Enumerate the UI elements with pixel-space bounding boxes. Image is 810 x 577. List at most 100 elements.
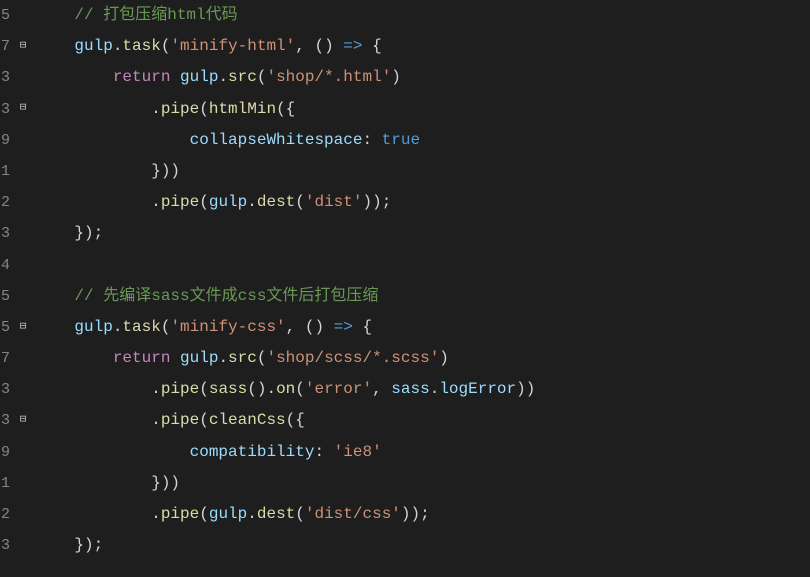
- code-line: gulp.task('minify-css', () => {: [36, 312, 810, 343]
- punctuation: })): [151, 474, 180, 492]
- line-number: 9: [0, 437, 10, 468]
- comment-text: // 打包压缩html代码: [74, 6, 237, 24]
- function-call: sass: [209, 380, 247, 398]
- keyword: return: [113, 68, 171, 86]
- keyword: return: [113, 349, 171, 367]
- identifier: gulp: [209, 505, 247, 523]
- string-literal: 'ie8': [334, 443, 382, 461]
- function-call: dest: [257, 193, 295, 211]
- fold-toggle[interactable]: [14, 343, 32, 374]
- line-number: 1: [0, 156, 10, 187]
- line-number: 9: [0, 125, 10, 156]
- function-call: pipe: [161, 505, 199, 523]
- identifier: sass: [391, 380, 429, 398]
- fold-toggle[interactable]: [14, 218, 32, 249]
- code-line: // 先编译sass文件成css文件后打包压缩: [36, 281, 810, 312]
- line-number: 4: [0, 250, 10, 281]
- punctuation: });: [74, 536, 103, 554]
- string-literal: 'shop/*.html': [266, 68, 391, 86]
- identifier: gulp: [180, 68, 218, 86]
- fold-toggle[interactable]: [14, 530, 32, 561]
- punctuation: })): [151, 162, 180, 180]
- code-line: compatibility: 'ie8': [36, 437, 810, 468]
- fold-gutter: ⊟ ⊟ ⊟ ⊟: [14, 0, 32, 577]
- property: collapseWhitespace: [190, 131, 363, 149]
- identifier: gulp: [209, 193, 247, 211]
- function-call: on: [276, 380, 295, 398]
- line-number: 5: [0, 312, 10, 343]
- code-content[interactable]: // 打包压缩html代码 gulp.task('minify-html', (…: [32, 0, 810, 577]
- code-line: .pipe(cleanCss({: [36, 405, 810, 436]
- function-call: pipe: [161, 380, 199, 398]
- property: logError: [439, 380, 516, 398]
- fold-toggle[interactable]: [14, 374, 32, 405]
- code-line: .pipe(gulp.dest('dist'));: [36, 187, 810, 218]
- fold-toggle[interactable]: [14, 468, 32, 499]
- fold-toggle[interactable]: [14, 187, 32, 218]
- fold-toggle[interactable]: [14, 62, 32, 93]
- function-call: pipe: [161, 100, 199, 118]
- line-number: 3: [0, 374, 10, 405]
- code-line: })): [36, 468, 810, 499]
- fold-toggle[interactable]: [14, 437, 32, 468]
- line-number: 3: [0, 530, 10, 561]
- code-line: });: [36, 530, 810, 561]
- fold-toggle[interactable]: [14, 0, 32, 31]
- fold-toggle[interactable]: ⊟: [14, 94, 32, 125]
- identifier: gulp: [74, 318, 112, 336]
- fold-toggle[interactable]: [14, 125, 32, 156]
- function-call: task: [122, 37, 160, 55]
- string-literal: 'minify-html': [170, 37, 295, 55]
- punctuation: });: [74, 224, 103, 242]
- identifier: gulp: [74, 37, 112, 55]
- line-number: 3: [0, 405, 10, 436]
- code-editor: 5 7 3 3 9 1 2 3 4 5 5 7 3 3 9 1 2 3 ⊟ ⊟ …: [0, 0, 810, 577]
- string-literal: 'shop/scss/*.scss': [266, 349, 439, 367]
- code-line: collapseWhitespace: true: [36, 125, 810, 156]
- line-number: 2: [0, 499, 10, 530]
- line-number: 7: [0, 31, 10, 62]
- fold-toggle[interactable]: [14, 499, 32, 530]
- line-number: 1: [0, 468, 10, 499]
- string-literal: 'dist': [305, 193, 363, 211]
- function-call: dest: [257, 505, 295, 523]
- line-number: 3: [0, 62, 10, 93]
- property: compatibility: [190, 443, 315, 461]
- fold-toggle[interactable]: [14, 281, 32, 312]
- string-literal: 'minify-css': [170, 318, 285, 336]
- function-call: htmlMin: [209, 100, 276, 118]
- fold-toggle[interactable]: [14, 250, 32, 281]
- code-line: });: [36, 218, 810, 249]
- function-call: cleanCss: [209, 411, 286, 429]
- code-line: [36, 250, 810, 281]
- string-literal: 'error': [305, 380, 372, 398]
- code-line: .pipe(htmlMin({: [36, 94, 810, 125]
- code-line: })): [36, 156, 810, 187]
- code-line: .pipe(gulp.dest('dist/css'));: [36, 499, 810, 530]
- boolean-literal: true: [382, 131, 420, 149]
- code-line: return gulp.src('shop/*.html'): [36, 62, 810, 93]
- identifier: gulp: [180, 349, 218, 367]
- string-literal: 'dist/css': [305, 505, 401, 523]
- code-line: return gulp.src('shop/scss/*.scss'): [36, 343, 810, 374]
- line-number: 3: [0, 218, 10, 249]
- function-call: src: [228, 349, 257, 367]
- fold-toggle[interactable]: ⊟: [14, 312, 32, 343]
- function-call: pipe: [161, 193, 199, 211]
- comment-text: // 先编译sass文件成css文件后打包压缩: [74, 287, 378, 305]
- line-number: 5: [0, 0, 10, 31]
- fold-toggle[interactable]: ⊟: [14, 31, 32, 62]
- line-number-gutter: 5 7 3 3 9 1 2 3 4 5 5 7 3 3 9 1 2 3: [0, 0, 14, 577]
- code-line: gulp.task('minify-html', () => {: [36, 31, 810, 62]
- line-number: 3: [0, 94, 10, 125]
- line-number: 2: [0, 187, 10, 218]
- fold-toggle[interactable]: [14, 156, 32, 187]
- function-call: task: [122, 318, 160, 336]
- fold-toggle[interactable]: ⊟: [14, 405, 32, 436]
- function-call: pipe: [161, 411, 199, 429]
- code-line: .pipe(sass().on('error', sass.logError)): [36, 374, 810, 405]
- line-number: 5: [0, 281, 10, 312]
- line-number: 7: [0, 343, 10, 374]
- function-call: src: [228, 68, 257, 86]
- code-line: // 打包压缩html代码: [36, 0, 810, 31]
